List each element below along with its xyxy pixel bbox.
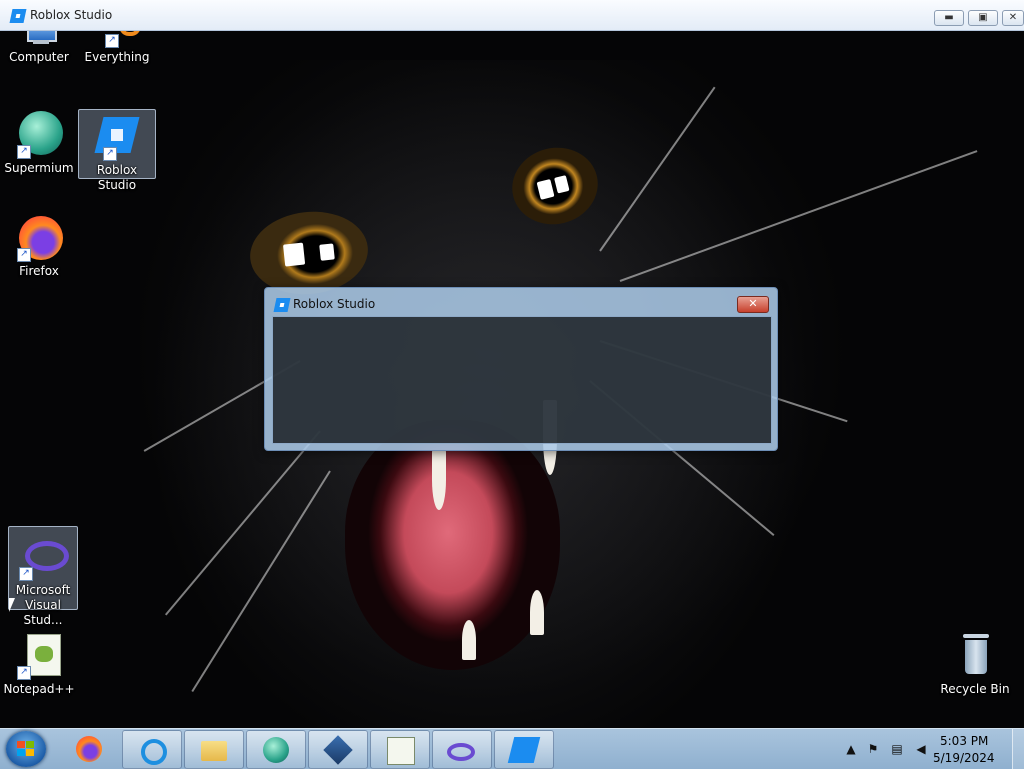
roblox-studio-icon	[9, 9, 27, 23]
cat-eye-right	[504, 138, 606, 234]
taskbar-roblox-studio[interactable]	[494, 730, 554, 769]
cat-eye-left	[246, 206, 372, 300]
desktop-icon-label: Everything	[84, 50, 150, 64]
cat-mouth	[345, 420, 560, 670]
close-button[interactable]: ✕	[1002, 10, 1024, 26]
window-titlebar[interactable]: Roblox Studio ▬ ▣ ✕	[0, 0, 1024, 31]
taskbar-file-explorer[interactable]	[184, 730, 244, 769]
supermium-icon	[263, 737, 289, 763]
desktop-icon-notepadpp[interactable]: ↗ Notepad++	[1, 632, 77, 697]
desktop-icon-label: Computer	[9, 50, 69, 64]
desktop-icon-label: Supermium	[4, 161, 74, 175]
maximize-button[interactable]: ▣	[968, 10, 998, 26]
internet-explorer-icon	[141, 739, 167, 765]
desktop-icon-roblox-studio[interactable]: ↗ Roblox Studio	[78, 109, 156, 192]
firefox-icon: ↗	[15, 214, 63, 262]
notepadpp-icon: ↗	[15, 632, 63, 680]
recycle-bin-icon	[951, 632, 999, 680]
mouse-cursor	[9, 598, 15, 612]
desktop-icon-label: Roblox Studio	[96, 163, 138, 192]
desktop-icon-label: Microsoft Visual Stud...	[15, 583, 71, 627]
taskbar: ▲ ⚑ ▤ ◀ 5:03 PM 5/19/2024	[0, 728, 1024, 769]
desktop-icon-label: Recycle Bin	[940, 682, 1010, 696]
notepadpp-icon	[387, 737, 415, 765]
action-center-flag-icon[interactable]: ⚑	[866, 742, 880, 756]
desktop-icon-supermium[interactable]: ↗ Supermium	[1, 111, 77, 176]
start-button[interactable]	[6, 731, 46, 767]
dialog-close-button[interactable]: ✕	[737, 296, 769, 313]
roblox-studio-icon	[273, 298, 291, 312]
minimize-button[interactable]: ▬	[934, 10, 964, 26]
supermium-icon: ↗	[15, 111, 63, 159]
windows-logo-icon	[17, 741, 35, 757]
system-tray: ▲ ⚑ ▤ ◀ 5:03 PM 5/19/2024	[840, 729, 1024, 769]
roblox-studio-icon	[507, 737, 541, 763]
desktop-icon-firefox[interactable]: ↗ Firefox	[1, 214, 77, 279]
taskbar-notepadpp[interactable]	[370, 730, 430, 769]
roblox-studio-icon: ↗	[93, 113, 141, 161]
network-icon[interactable]: ▤	[890, 742, 904, 756]
clock-time[interactable]: 5:03 PM	[940, 734, 988, 748]
clock-date[interactable]: 5/19/2024	[933, 751, 995, 765]
desktop-icon-label: Notepad++	[3, 682, 75, 696]
desktop-icon-visual-studio[interactable]: ↗ Microsoft Visual Stud...	[8, 526, 78, 627]
taskbar-firefox[interactable]	[60, 730, 118, 767]
show-desktop-button[interactable]	[1012, 729, 1024, 769]
visual-studio-icon	[447, 743, 475, 761]
file-explorer-icon	[201, 741, 227, 761]
roblox-studio-dialog[interactable]: Roblox Studio ✕	[264, 287, 778, 451]
window-title: Roblox Studio	[30, 8, 113, 22]
virtualbox-icon	[323, 735, 353, 765]
taskbar-supermium[interactable]	[246, 730, 306, 769]
taskbar-virtualbox[interactable]	[308, 730, 368, 769]
taskbar-internet-explorer[interactable]	[122, 730, 182, 769]
visual-studio-icon: ↗	[19, 533, 69, 581]
volume-muted-icon[interactable]: ◀	[914, 742, 928, 756]
firefox-icon	[76, 736, 102, 762]
show-hidden-icons-icon[interactable]: ▲	[844, 742, 858, 756]
taskbar-visual-studio[interactable]	[432, 730, 492, 769]
dialog-title: Roblox Studio	[293, 297, 376, 311]
desktop-icon-recycle-bin[interactable]: Recycle Bin	[937, 632, 1013, 697]
dialog-content-area	[272, 316, 772, 444]
desktop-icon-label: Firefox	[19, 264, 59, 278]
